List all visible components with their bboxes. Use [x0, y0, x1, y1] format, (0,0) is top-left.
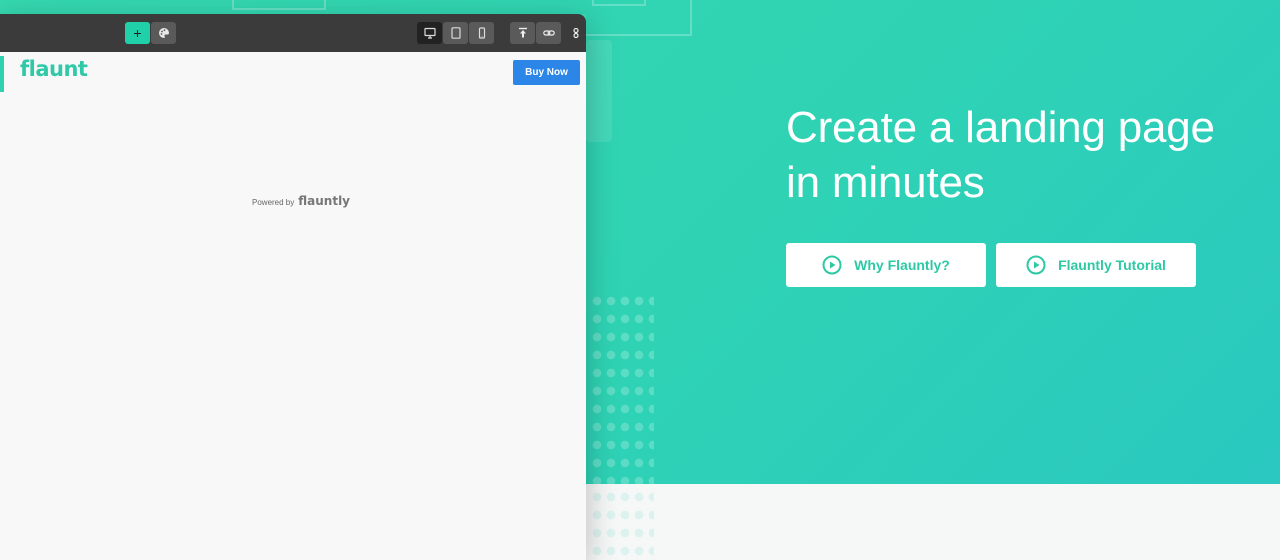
desktop-view-button[interactable] [417, 22, 442, 44]
buy-now-button[interactable]: Buy Now [513, 60, 580, 85]
play-circle-icon [822, 255, 842, 275]
flauntly-tutorial-button[interactable]: Flauntly Tutorial [996, 243, 1196, 287]
decorative-panel [586, 40, 612, 142]
mobile-icon [478, 27, 485, 39]
powered-by-prefix: Powered by [252, 198, 295, 207]
publish-button[interactable] [510, 22, 535, 44]
editor-toolbar: + [0, 14, 586, 52]
decorative-dot-grid [590, 292, 654, 484]
palette-icon [158, 28, 169, 38]
decorative-dot-grid-lower [590, 488, 654, 560]
why-flauntly-button[interactable]: Why Flauntly? [786, 243, 986, 287]
tablet-view-button[interactable] [443, 22, 468, 44]
flauntly-tutorial-label: Flauntly Tutorial [1058, 257, 1166, 273]
editor-window: + flaunt Buy Now Powered by flauntly [0, 14, 586, 560]
decorative-frame [586, 0, 692, 36]
more-icon [573, 27, 579, 39]
why-flauntly-label: Why Flauntly? [854, 257, 950, 273]
tablet-icon [450, 27, 461, 39]
selection-accent [0, 56, 4, 92]
desktop-icon [423, 27, 436, 39]
powered-by-badge[interactable]: Powered by flauntly [252, 194, 350, 208]
decorative-frame [232, 0, 326, 10]
headline-line-2: in minutes [786, 158, 985, 207]
hero-headline: Create a landing page in minutes [786, 100, 1266, 210]
plus-icon: + [133, 25, 142, 41]
powered-by-brand: flauntly [298, 194, 350, 208]
link-icon [542, 30, 555, 36]
more-button[interactable] [568, 22, 584, 44]
share-link-button[interactable] [536, 22, 561, 44]
mobile-view-button[interactable] [469, 22, 494, 44]
theme-palette-button[interactable] [151, 22, 176, 44]
upload-icon [518, 27, 527, 38]
site-logo[interactable]: flaunt [20, 57, 88, 81]
headline-line-1: Create a landing page [786, 103, 1215, 152]
page-preview-canvas[interactable]: flaunt Buy Now Powered by flauntly [0, 52, 586, 560]
play-circle-icon [1026, 255, 1046, 275]
add-section-button[interactable]: + [125, 22, 150, 44]
